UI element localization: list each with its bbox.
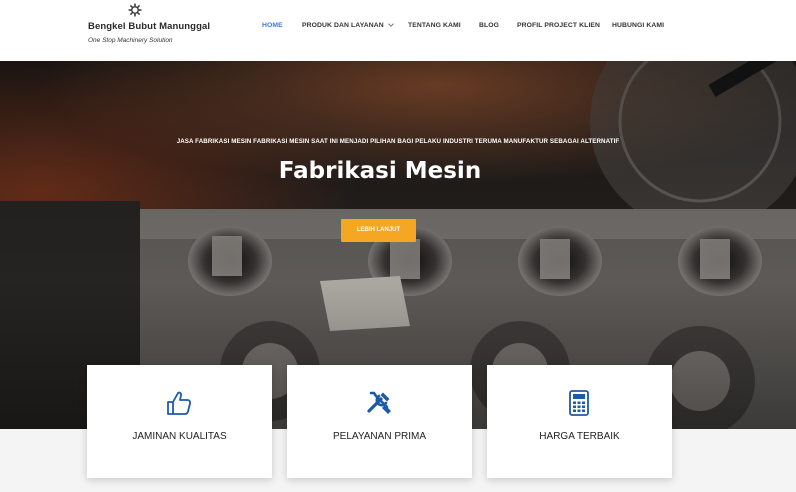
nav-item-tentang-kami[interactable]: TENTANG KAMI: [408, 22, 479, 29]
tools-icon: [367, 391, 391, 414]
feature-card-price: HARGA TERBAIK: [487, 365, 672, 478]
nav-item-produk-dan-layanan[interactable]: PRODUK DAN LAYANAN: [302, 21, 408, 29]
nav-item-profil-project-klien[interactable]: PROFIL PROJECT KLIEN: [517, 22, 612, 29]
hero-kicker-text: JASA FABRIKASI MESIN FABRIKASI MESIN SAA…: [176, 138, 620, 145]
calculator-icon: [569, 390, 589, 416]
feature-card-service: PELAYANAN PRIMA: [287, 365, 472, 478]
nav-item-label[interactable]: BLOG: [479, 22, 499, 29]
learn-more-button[interactable]: LEBIH LANJUT: [341, 219, 416, 242]
feature-label: PELAYANAN PRIMA: [333, 431, 426, 442]
brand-name[interactable]: Bengkel Bubut Manunggal: [88, 21, 210, 32]
nav-item-label[interactable]: PROFIL PROJECT KLIEN: [517, 22, 600, 29]
gear-icon: [128, 3, 142, 17]
nav-item-blog[interactable]: BLOG: [479, 22, 517, 29]
nav-item-home[interactable]: HOME: [262, 22, 302, 29]
brand-tagline: One Stop Machinery Solution: [88, 37, 173, 44]
main-nav: HOME PRODUK DAN LAYANAN TENTANG KAMI BLO…: [262, 18, 664, 32]
nav-item-label[interactable]: HOME: [262, 22, 283, 29]
hero-title: Fabrikasi Mesin: [278, 158, 482, 184]
nav-item-label[interactable]: PRODUK DAN LAYANAN: [302, 22, 384, 29]
nav-item-hubungi-kami[interactable]: HUBUNGI KAMI: [612, 22, 664, 29]
brand[interactable]: Bengkel Bubut Manunggal One Stop Machine…: [88, 2, 268, 58]
site-header: Bengkel Bubut Manunggal One Stop Machine…: [0, 0, 796, 61]
feature-card-quality: JAMINAN KUALITAS: [87, 365, 272, 478]
feature-label: HARGA TERBAIK: [539, 431, 620, 442]
nav-item-label[interactable]: TENTANG KAMI: [408, 22, 461, 29]
nav-item-label[interactable]: HUBUNGI KAMI: [612, 22, 664, 29]
chevron-down-icon: [387, 23, 394, 27]
thumbs-up-icon: [167, 391, 192, 415]
feature-label: JAMINAN KUALITAS: [132, 431, 227, 442]
